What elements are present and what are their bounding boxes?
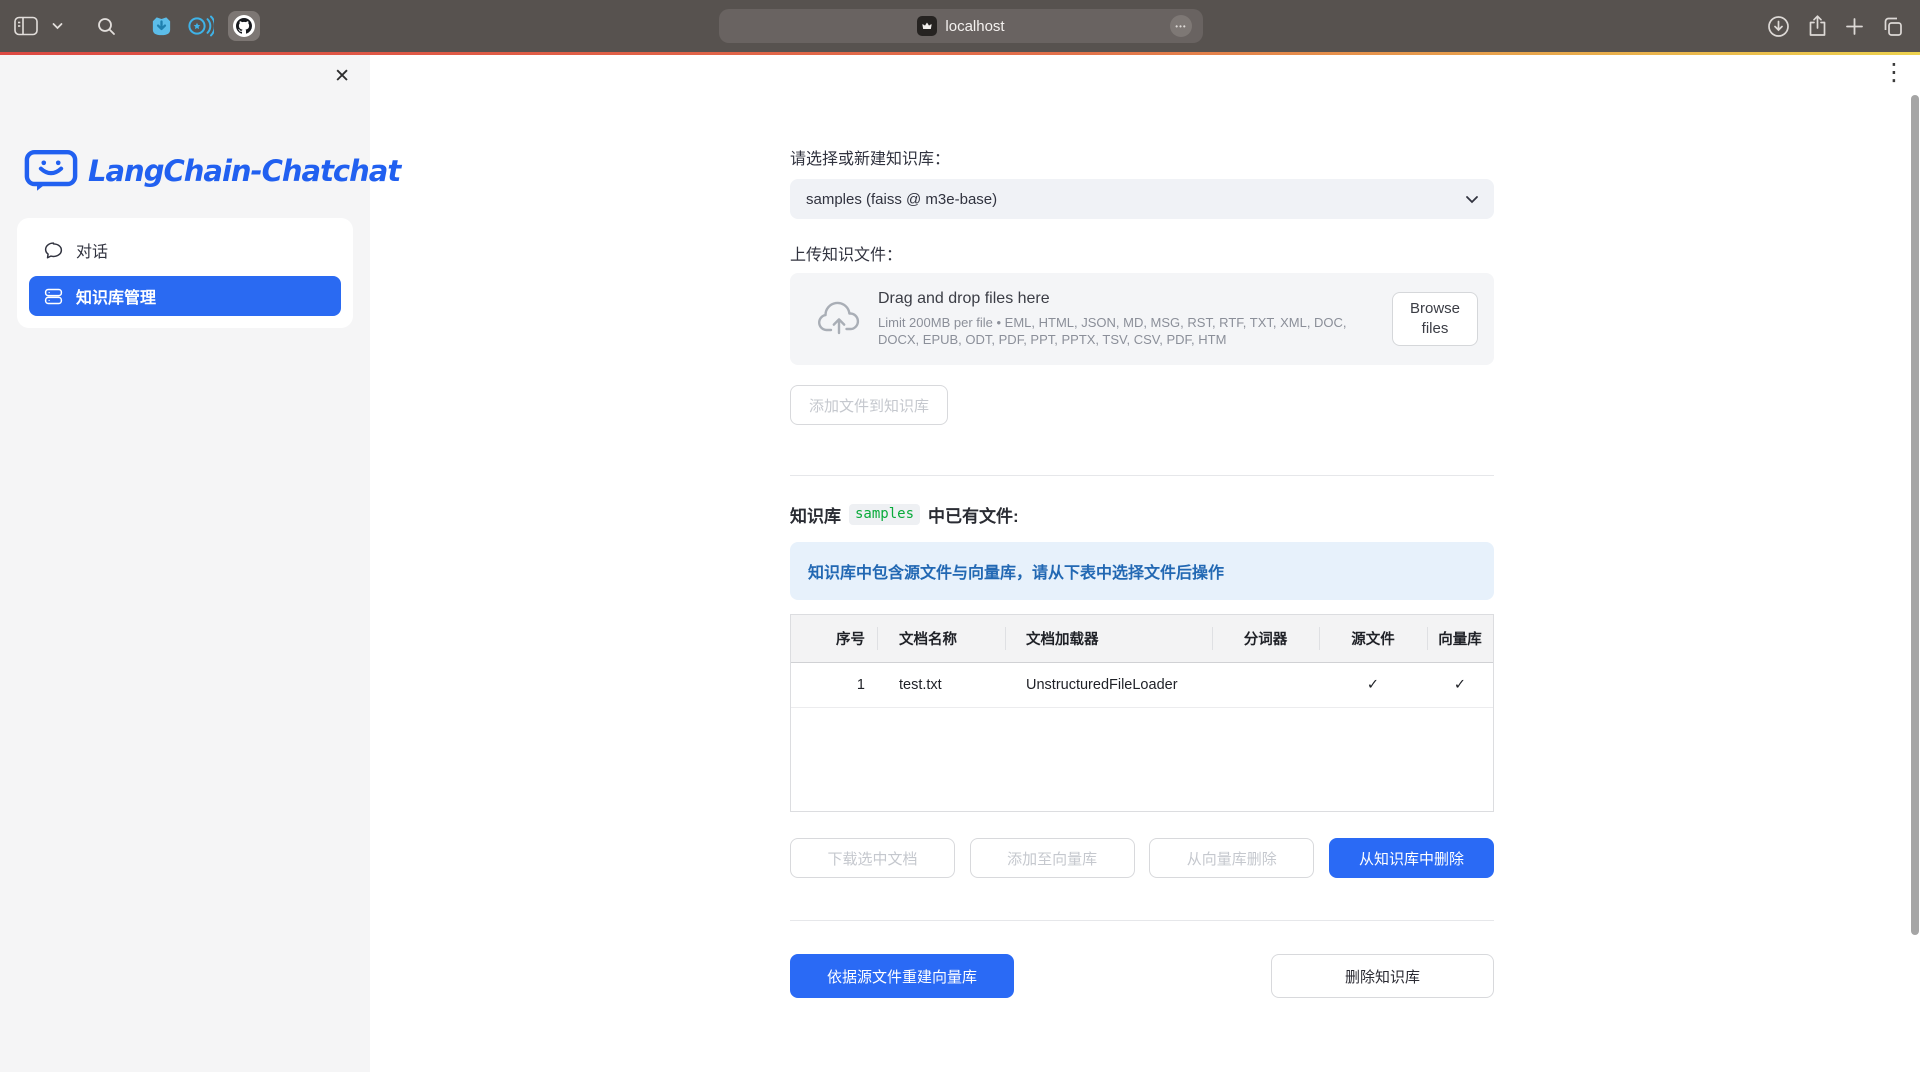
file-dropzone[interactable]: Drag and drop files here Limit 200MB per… [790,273,1494,365]
cat-extension-icon[interactable] [150,15,173,38]
cell-loader[interactable]: UnstructuredFileLoader [1005,663,1212,707]
chevron-down-icon[interactable] [52,22,63,30]
app-page: ⋮ ✕ LangChain-Chatchat [0,55,1920,1080]
col-header-loader[interactable]: 文档加载器 [1005,615,1212,662]
delete-kb-button[interactable]: 删除知识库 [1271,954,1494,998]
sidebar-item-kb-management[interactable]: 知识库管理 [29,276,341,316]
rebuild-vectorstore-button[interactable]: 依据源文件重建向量库 [790,954,1014,998]
divider [790,475,1494,476]
files-heading-suffix: 中已有文件: [928,502,1019,527]
sidebar: ✕ LangChain-Chatchat 对 [0,55,370,1072]
browser-toolbar: localhost ••• [0,0,1920,52]
tab-overview-icon[interactable] [1881,15,1904,38]
col-header-name[interactable]: 文档名称 [877,615,1005,662]
new-tab-icon[interactable] [1845,17,1864,36]
info-banner: 知识库中包含源文件与向量库，请从下表中选择文件后操作 [790,542,1494,600]
cell-source-check[interactable]: ✓ [1319,663,1427,707]
files-table: 序号 文档名称 文档加载器 分词器 源文件 向量库 1 test.txt Uns… [790,614,1494,812]
url-text: localhost [945,18,1004,35]
browse-files-button[interactable]: Browse files [1392,292,1478,346]
website-settings-icon[interactable]: ••• [1170,15,1192,37]
share-icon[interactable] [1807,14,1828,38]
address-bar[interactable]: localhost ••• [719,9,1203,43]
site-favicon [917,16,937,36]
col-header-vector[interactable]: 向量库 [1427,615,1493,662]
kb-name-code: samples [849,504,920,525]
database-icon [43,286,64,307]
kb-action-buttons: 依据源文件重建向量库 删除知识库 [790,954,1494,998]
kb-select-value: samples (faiss @ m3e-base) [806,191,997,208]
sidebar-item-dialogue[interactable]: 对话 [29,230,341,270]
delete-from-vectorstore-button[interactable]: 从向量库删除 [1149,838,1314,878]
sidebar-item-label: 对话 [76,238,108,262]
add-to-vectorstore-button[interactable]: 添加至向量库 [970,838,1135,878]
col-header-splitter[interactable]: 分词器 [1212,615,1319,662]
dropzone-hint: Limit 200MB per file • EML, HTML, JSON, … [878,314,1374,348]
kb-select-label: 请选择或新建知识库： [790,145,1494,169]
logo-chat-bubble-icon [24,148,78,194]
add-files-to-kb-button[interactable]: 添加文件到知识库 [790,385,948,425]
github-extension-icon[interactable] [228,11,260,41]
sidebar-close-icon[interactable]: ✕ [334,65,350,88]
row-action-buttons: 下载选中文档 添加至向量库 从向量库删除 从知识库中删除 [790,838,1494,878]
info-banner-text: 知识库中包含源文件与向量库，请从下表中选择文件后操作 [808,559,1224,583]
logo-text: LangChain-Chatchat [88,154,400,188]
search-icon[interactable] [97,17,116,36]
divider [790,920,1494,921]
sidebar-nav: 对话 知识库管理 [17,218,353,328]
kb-select[interactable]: samples (faiss @ m3e-base) [790,179,1494,219]
cloud-upload-icon [816,301,862,337]
table-empty-area [791,708,1493,811]
app-menu-kebab-icon[interactable]: ⋮ [1882,59,1906,87]
cell-vector-check[interactable]: ✓ [1427,663,1493,707]
cell-splitter[interactable] [1212,663,1319,707]
main-content: 请选择或新建知识库： samples (faiss @ m3e-base) 上传… [790,55,1494,998]
col-header-source[interactable]: 源文件 [1319,615,1427,662]
files-heading-prefix: 知识库 [790,502,841,527]
scrollbar-thumb[interactable] [1911,95,1919,935]
dropzone-title: Drag and drop files here [878,290,1374,308]
cell-index[interactable]: 1 [791,663,877,707]
chat-bubble-icon [43,240,64,261]
download-selected-button[interactable]: 下载选中文档 [790,838,955,878]
upload-label: 上传知识文件： [790,241,1494,265]
cell-name[interactable]: test.txt [877,663,1005,707]
app-logo: LangChain-Chatchat [24,148,400,194]
delete-from-kb-button[interactable]: 从知识库中删除 [1329,838,1494,878]
downloads-icon[interactable] [1767,15,1790,38]
table-row[interactable]: 1 test.txt UnstructuredFileLoader ✓ ✓ [791,663,1493,708]
files-heading: 知识库 samples 中已有文件: [790,502,1494,527]
sidebar-toggle-icon[interactable] [14,16,38,36]
chevron-down-icon [1465,195,1479,204]
table-header-row: 序号 文档名称 文档加载器 分词器 源文件 向量库 [791,615,1493,663]
sidebar-item-label: 知识库管理 [76,284,156,308]
signal-circles-extension-icon[interactable] [187,14,214,38]
col-header-index[interactable]: 序号 [791,615,877,662]
